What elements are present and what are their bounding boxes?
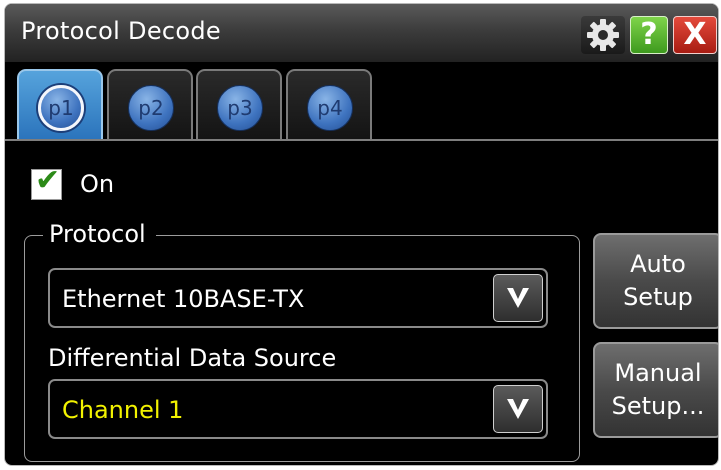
gear-icon [587,19,619,51]
close-button[interactable]: X [673,16,717,54]
help-button[interactable]: ? [630,16,668,54]
protocol-select[interactable]: Ethernet 10BASE-TX [48,268,548,328]
manual-setup-label-line1: Manual [614,359,702,387]
differential-source-select[interactable]: Channel 1 [48,379,548,439]
tab-p4-label: p4 [307,85,353,131]
on-checkbox[interactable]: ✔ [31,163,62,200]
tab-p1-label: p1 [38,85,84,131]
differential-source-value: Channel 1 [62,396,184,424]
close-icon: X [683,17,707,52]
chevron-down-icon [507,399,529,419]
auto-setup-label-line1: Auto [630,250,686,278]
protocol-dropdown-button[interactable] [493,274,543,322]
source-dropdown-button[interactable] [493,385,543,433]
dialog-title: Protocol Decode [21,17,221,45]
protocol-select-value: Ethernet 10BASE-TX [62,285,305,313]
tab-p3-label: p3 [217,85,263,131]
checkmark-icon: ✔ [35,163,61,198]
protocol-group-legend: Protocol [43,220,156,248]
title-bar[interactable]: Protocol Decode ? X [5,4,718,62]
differential-data-source-label: Differential Data Source [48,344,337,372]
manual-setup-button[interactable]: Manual Setup... [593,342,718,438]
help-icon: ? [640,17,658,52]
on-checkbox-label[interactable]: On [80,170,114,198]
tab-p2[interactable]: p2 [107,69,193,139]
tab-p1[interactable]: p1 [17,69,103,139]
tab-p3[interactable]: p3 [196,69,282,139]
auto-setup-button[interactable]: Auto Setup [593,233,718,329]
protocol-decode-dialog: Protocol Decode ? X p1 p2 p3 p4 ✔ On Pro… [4,3,719,466]
settings-button[interactable] [581,16,625,54]
tab-p2-label: p2 [128,85,174,131]
tab-p4[interactable]: p4 [286,69,372,139]
auto-setup-label-line2: Setup [623,283,693,311]
manual-setup-label-line2: Setup... [611,392,705,420]
protocol-tabs: p1 p2 p3 p4 [5,62,718,141]
chevron-down-icon [507,288,529,308]
